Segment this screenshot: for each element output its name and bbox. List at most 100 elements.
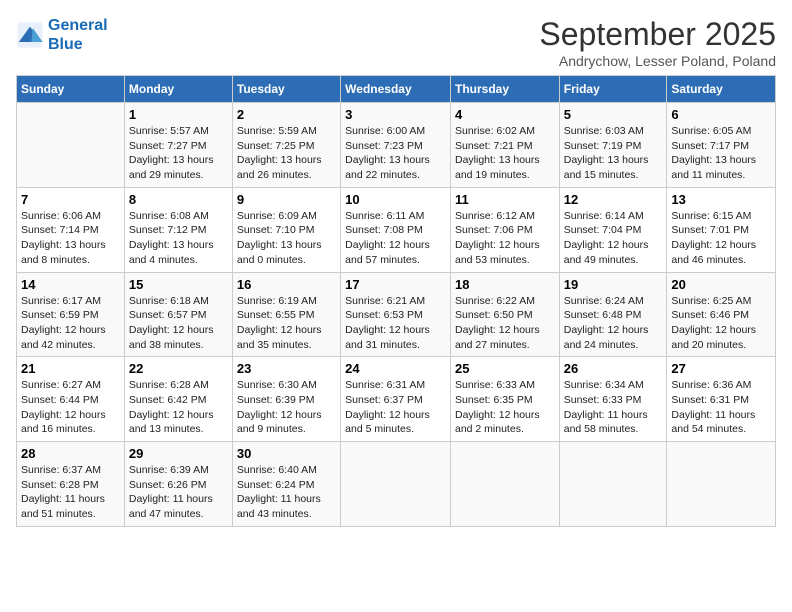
day-number: 2 [237, 107, 336, 122]
day-number: 22 [129, 361, 228, 376]
cell-info: Sunrise: 6:12 AM Sunset: 7:06 PM Dayligh… [455, 209, 555, 268]
calendar-cell: 26 Sunrise: 6:34 AM Sunset: 6:33 PM Dayli… [559, 357, 667, 442]
calendar-cell: 8 Sunrise: 6:08 AM Sunset: 7:12 PM Daylig… [124, 187, 232, 272]
day-number: 17 [345, 277, 446, 292]
day-number: 19 [564, 277, 663, 292]
calendar-cell: 4Sunrise: 6:02 AM Sunset: 7:21 PM Daylig… [450, 103, 559, 188]
header-monday: Monday [124, 76, 232, 103]
day-number: 21 [21, 361, 120, 376]
header-wednesday: Wednesday [341, 76, 451, 103]
calendar-cell: 23 Sunrise: 6:30 AM Sunset: 6:39 PM Dayli… [232, 357, 340, 442]
calendar-cell: 12 Sunrise: 6:14 AM Sunset: 7:04 PM Dayli… [559, 187, 667, 272]
header-sunday: Sunday [17, 76, 125, 103]
calendar-cell: 9Sunrise: 6:09 AM Sunset: 7:10 PM Daylig… [232, 187, 340, 272]
header-friday: Friday [559, 76, 667, 103]
cell-info: Sunrise: 6:34 AM Sunset: 6:33 PM Dayligh… [564, 378, 663, 437]
cell-info: Sunrise: 6:39 AM Sunset: 6:26 PM Dayligh… [129, 463, 228, 522]
calendar-cell: 6 Sunrise: 6:05 AM Sunset: 7:17 PM Daylig… [667, 103, 776, 188]
day-number: 7 [21, 192, 120, 207]
calendar-cell: 30 Sunrise: 6:40 AM Sunset: 6:24 PM Dayli… [232, 442, 340, 527]
day-number: 10 [345, 192, 446, 207]
day-number: 26 [564, 361, 663, 376]
calendar-cell: 20 Sunrise: 6:25 AM Sunset: 6:46 PM Dayli… [667, 272, 776, 357]
logo-text-line1: General [48, 16, 108, 35]
cell-info: Sunrise: 6:25 AM Sunset: 6:46 PM Dayligh… [671, 294, 771, 353]
calendar-cell: 17 Sunrise: 6:21 AM Sunset: 6:53 PM Dayli… [341, 272, 451, 357]
calendar-cell: 25 Sunrise: 6:33 AM Sunset: 6:35 PM Dayli… [450, 357, 559, 442]
calendar-cell: 16Sunrise: 6:19 AM Sunset: 6:55 PM Dayli… [232, 272, 340, 357]
cell-info: Sunrise: 6:30 AM Sunset: 6:39 PM Dayligh… [237, 378, 336, 437]
day-number: 27 [671, 361, 771, 376]
day-number: 15 [129, 277, 228, 292]
calendar-cell: 24 Sunrise: 6:31 AM Sunset: 6:37 PM Dayli… [341, 357, 451, 442]
day-number: 30 [237, 446, 336, 461]
cell-info: Sunrise: 6:05 AM Sunset: 7:17 PM Dayligh… [671, 124, 771, 183]
logo-text-line2: Blue [48, 35, 108, 54]
cell-info: Sunrise: 6:11 AM Sunset: 7:08 PM Dayligh… [345, 209, 446, 268]
cell-info: Sunrise: 6:40 AM Sunset: 6:24 PM Dayligh… [237, 463, 336, 522]
cell-info: Sunrise: 6:27 AM Sunset: 6:44 PM Dayligh… [21, 378, 120, 437]
calendar-cell: 22Sunrise: 6:28 AM Sunset: 6:42 PM Dayli… [124, 357, 232, 442]
calendar-cell [559, 442, 667, 527]
week-row-3: 21 Sunrise: 6:27 AM Sunset: 6:44 PM Dayli… [17, 357, 776, 442]
day-number: 20 [671, 277, 771, 292]
cell-info: Sunrise: 6:36 AM Sunset: 6:31 PM Dayligh… [671, 378, 771, 437]
day-number: 14 [21, 277, 120, 292]
calendar-cell: 5Sunrise: 6:03 AM Sunset: 7:19 PM Daylig… [559, 103, 667, 188]
day-number: 11 [455, 192, 555, 207]
calendar-cell: 11 Sunrise: 6:12 AM Sunset: 7:06 PM Dayli… [450, 187, 559, 272]
day-number: 3 [345, 107, 446, 122]
calendar-cell: 28 Sunrise: 6:37 AM Sunset: 6:28 PM Dayli… [17, 442, 125, 527]
cell-info: Sunrise: 6:37 AM Sunset: 6:28 PM Dayligh… [21, 463, 120, 522]
month-title: September 2025 [539, 16, 776, 53]
cell-info: Sunrise: 6:14 AM Sunset: 7:04 PM Dayligh… [564, 209, 663, 268]
day-number: 13 [671, 192, 771, 207]
cell-info: Sunrise: 6:15 AM Sunset: 7:01 PM Dayligh… [671, 209, 771, 268]
header: General Blue September 2025 Andrychow, L… [16, 16, 776, 69]
calendar-header-row: SundayMondayTuesdayWednesdayThursdayFrid… [17, 76, 776, 103]
day-number: 28 [21, 446, 120, 461]
day-number: 18 [455, 277, 555, 292]
week-row-1: 7 Sunrise: 6:06 AM Sunset: 7:14 PM Daylig… [17, 187, 776, 272]
calendar-cell [341, 442, 451, 527]
calendar-cell: 1 Sunrise: 5:57 AM Sunset: 7:27 PM Daylig… [124, 103, 232, 188]
day-number: 6 [671, 107, 771, 122]
calendar-cell [17, 103, 125, 188]
day-number: 25 [455, 361, 555, 376]
calendar-cell [450, 442, 559, 527]
cell-info: Sunrise: 5:59 AM Sunset: 7:25 PM Dayligh… [237, 124, 336, 183]
cell-info: Sunrise: 6:17 AM Sunset: 6:59 PM Dayligh… [21, 294, 120, 353]
location-subtitle: Andrychow, Lesser Poland, Poland [539, 53, 776, 69]
logo-icon [16, 21, 44, 49]
cell-info: Sunrise: 5:57 AM Sunset: 7:27 PM Dayligh… [129, 124, 228, 183]
cell-info: Sunrise: 6:06 AM Sunset: 7:14 PM Dayligh… [21, 209, 120, 268]
header-tuesday: Tuesday [232, 76, 340, 103]
day-number: 1 [129, 107, 228, 122]
week-row-0: 1 Sunrise: 5:57 AM Sunset: 7:27 PM Daylig… [17, 103, 776, 188]
cell-info: Sunrise: 6:33 AM Sunset: 6:35 PM Dayligh… [455, 378, 555, 437]
day-number: 4 [455, 107, 555, 122]
calendar-cell: 3 Sunrise: 6:00 AM Sunset: 7:23 PM Daylig… [341, 103, 451, 188]
day-number: 9 [237, 192, 336, 207]
cell-info: Sunrise: 6:31 AM Sunset: 6:37 PM Dayligh… [345, 378, 446, 437]
day-number: 23 [237, 361, 336, 376]
day-number: 8 [129, 192, 228, 207]
day-number: 29 [129, 446, 228, 461]
cell-info: Sunrise: 6:18 AM Sunset: 6:57 PM Dayligh… [129, 294, 228, 353]
calendar-cell: 13 Sunrise: 6:15 AM Sunset: 7:01 PM Dayli… [667, 187, 776, 272]
cell-info: Sunrise: 6:00 AM Sunset: 7:23 PM Dayligh… [345, 124, 446, 183]
header-thursday: Thursday [450, 76, 559, 103]
day-number: 12 [564, 192, 663, 207]
week-row-4: 28 Sunrise: 6:37 AM Sunset: 6:28 PM Dayli… [17, 442, 776, 527]
logo: General Blue [16, 16, 108, 54]
cell-info: Sunrise: 6:08 AM Sunset: 7:12 PM Dayligh… [129, 209, 228, 268]
calendar-cell: 29 Sunrise: 6:39 AM Sunset: 6:26 PM Dayli… [124, 442, 232, 527]
calendar-table: SundayMondayTuesdayWednesdayThursdayFrid… [16, 75, 776, 527]
calendar-cell: 15 Sunrise: 6:18 AM Sunset: 6:57 PM Dayli… [124, 272, 232, 357]
cell-info: Sunrise: 6:03 AM Sunset: 7:19 PM Dayligh… [564, 124, 663, 183]
day-number: 24 [345, 361, 446, 376]
cell-info: Sunrise: 6:21 AM Sunset: 6:53 PM Dayligh… [345, 294, 446, 353]
cell-info: Sunrise: 6:19 AM Sunset: 6:55 PM Dayligh… [237, 294, 336, 353]
cell-info: Sunrise: 6:22 AM Sunset: 6:50 PM Dayligh… [455, 294, 555, 353]
calendar-cell: 7 Sunrise: 6:06 AM Sunset: 7:14 PM Daylig… [17, 187, 125, 272]
